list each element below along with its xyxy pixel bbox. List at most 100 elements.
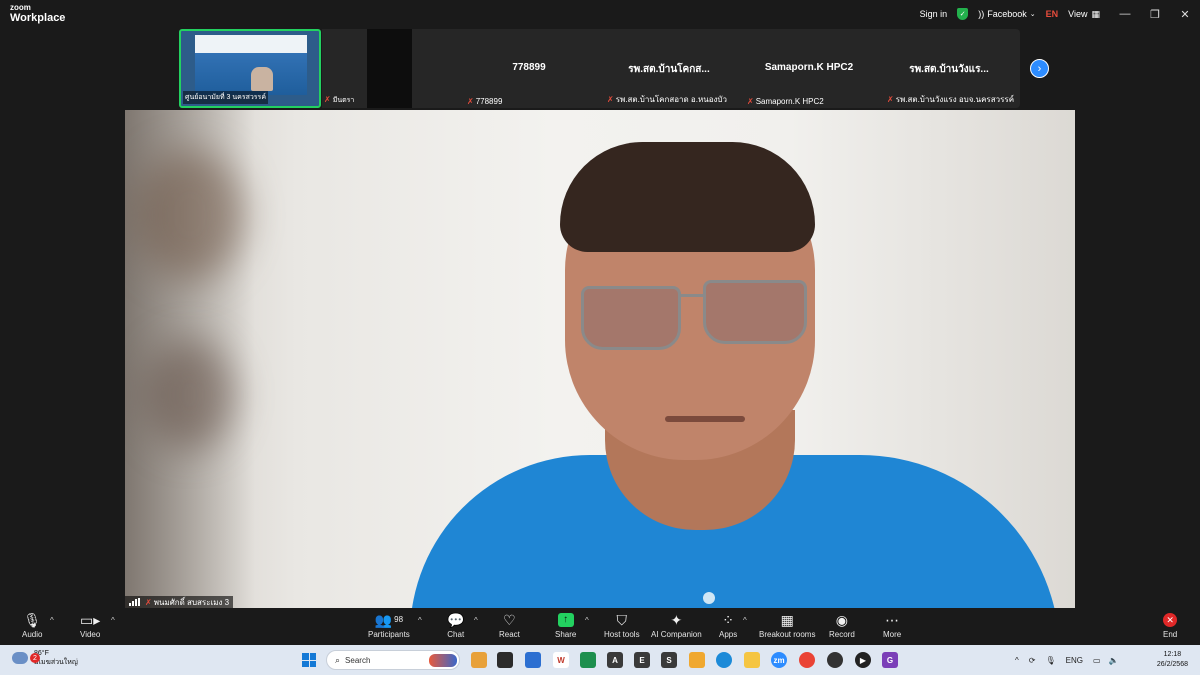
participants-icon: 👥 98 [374, 612, 404, 628]
logo-workplace-text: Workplace [10, 12, 66, 24]
participant-tile[interactable]: Samaporn.K HPC2 ✗ Samaporn.K HPC2 [739, 29, 879, 108]
participants-button[interactable]: 👥 98 Participants [368, 612, 410, 639]
speaker-glasses-right [703, 280, 807, 344]
background-blur [135, 150, 245, 280]
speaker-mouth [665, 416, 745, 422]
restore-button[interactable]: ❐ [1140, 8, 1170, 21]
chrome-icon[interactable] [799, 652, 815, 668]
chat-button[interactable]: 💬 Chat [447, 612, 464, 639]
sync-icon[interactable]: ⟳ [1029, 656, 1036, 665]
shield-icon: ⛉ [616, 612, 628, 628]
language-indicator[interactable]: EN [1046, 9, 1059, 19]
close-icon: ✕ [1180, 8, 1190, 21]
more-button[interactable]: ⋯ More [883, 612, 901, 639]
audio-options-caret[interactable]: ^ [50, 616, 54, 625]
tray-chevron-up-icon[interactable]: ^ [1015, 656, 1019, 665]
photos-icon[interactable] [689, 652, 705, 668]
clock-date: 26/2/2568 [1156, 661, 1188, 668]
title-bar: zoom Workplace Sign in ✓ )) Facebook ⌄ E… [0, 0, 1200, 28]
a-app-icon[interactable]: A [607, 652, 623, 668]
share-options-caret[interactable]: ^ [585, 616, 589, 625]
heart-icon: ♡ [503, 612, 516, 628]
muted-mic-icon: ✗ [145, 597, 152, 607]
audio-button[interactable]: 🎙 Audio [22, 612, 42, 639]
w-app-icon[interactable]: W [553, 652, 569, 668]
shirt-button [703, 592, 715, 604]
zoom-app-icon[interactable]: zm [771, 652, 787, 668]
main-video-feed[interactable]: ✗ พนมศักดิ์ สบสระเมง 3 [125, 110, 1075, 608]
clock-time: 12:18 [1163, 651, 1182, 658]
shield-check-icon: ✓ [957, 8, 969, 20]
weather-widget[interactable]: 2 86°F มีเมฆส่วนใหญ่ [12, 649, 78, 667]
end-meeting-button[interactable]: ✕ End [1163, 612, 1177, 639]
taskbar-clock[interactable]: 12:18 26/2/2568 [1157, 650, 1188, 670]
minimize-icon: — [1119, 8, 1131, 20]
edge-browser-icon[interactable] [716, 652, 732, 668]
chevron-down-icon: ⌄ [1029, 11, 1036, 18]
breakout-rooms-label: Breakout rooms [759, 630, 816, 639]
input-language[interactable]: ENG [1066, 656, 1083, 665]
breakout-rooms-button[interactable]: ▦ Breakout rooms [759, 612, 815, 639]
active-speaker-thumbnail[interactable]: ศูนย์อนามัยที่ 3 นครสวรรค์ [179, 29, 321, 108]
view-label: View [1068, 9, 1088, 19]
feed-label: Facebook [987, 9, 1027, 19]
live-stream-indicator[interactable]: )) Facebook ⌄ [978, 9, 1035, 19]
muted-mic-icon: ✗ [747, 97, 754, 106]
share-screen-icon: ↑ [557, 612, 574, 628]
more-label: More [883, 630, 902, 639]
participant-tile[interactable]: 778899 ✗ 778899 [459, 29, 599, 108]
search-icon: ⌕ [335, 654, 341, 665]
task-view-icon[interactable] [497, 652, 513, 668]
participant-thumbnail[interactable] [367, 29, 412, 108]
copilot-icon[interactable] [471, 652, 487, 668]
grid-view-icon: ▦ [1091, 8, 1100, 19]
minimize-button[interactable]: — [1110, 8, 1140, 20]
windows-start-icon[interactable] [302, 653, 316, 667]
participant-tile[interactable]: รพ.สต.บ้านวังแร... ✗ รพ.สต.บ้านวังแรง อบจ… [879, 29, 1019, 108]
apps-label: Apps [719, 630, 738, 639]
cloud-icon [12, 652, 28, 664]
s-app-icon[interactable]: S [661, 652, 677, 668]
apps-button[interactable]: ⁘ Apps [719, 612, 737, 639]
ai-companion-button[interactable]: ✦ AI Companion [651, 612, 702, 639]
react-label: React [499, 630, 520, 639]
file-explorer-icon[interactable] [744, 652, 760, 668]
close-window-button[interactable]: ✕ [1170, 8, 1200, 21]
volume-icon[interactable]: 🔈 [1109, 656, 1119, 665]
apps-options-caret[interactable]: ^ [743, 616, 747, 625]
record-button[interactable]: ◉ Record [829, 612, 855, 639]
network-icon[interactable]: ▭ [1093, 656, 1101, 665]
sign-in-link[interactable]: Sign in [920, 9, 948, 19]
e-app-icon[interactable]: E [634, 652, 650, 668]
search-placeholder: Search [345, 655, 371, 665]
title-bar-controls: Sign in ✓ )) Facebook ⌄ EN View ▦ — ❐ ✕ [920, 0, 1200, 28]
participant-caption-text: รพ.สต.บ้านโคกสอาด อ.หนองบัว [615, 95, 727, 104]
tray-microphone-icon[interactable]: 🎙 [1045, 656, 1055, 665]
g-app-icon[interactable]: G [882, 652, 898, 668]
logo-zoom-text: zoom [10, 3, 31, 12]
react-button[interactable]: ♡ React [499, 612, 520, 639]
media-player-icon[interactable]: ▶ [855, 652, 871, 668]
participant-thumbnail[interactable]: ✗ มีนตรา [322, 29, 367, 108]
host-tools-button[interactable]: ⛉ Host tools [604, 612, 640, 639]
next-page-button[interactable]: › [1030, 59, 1049, 78]
search-highlight-icon [429, 654, 457, 667]
green-app-icon[interactable] [580, 652, 596, 668]
thumbnail-caption: ศูนย์อนามัยที่ 3 นครสวรรค์ [183, 91, 268, 104]
chevron-right-icon: › [1037, 62, 1042, 75]
view-button[interactable]: View ▦ [1068, 9, 1100, 20]
participants-options-caret[interactable]: ^ [418, 616, 422, 625]
sparkle-icon: ✦ [670, 612, 683, 628]
muted-mic-icon: ✗ [607, 95, 614, 104]
taskbar-search[interactable]: ⌕ Search [326, 650, 460, 670]
share-button[interactable]: ↑ Share [555, 612, 576, 639]
video-button[interactable]: ▭▸ Video [80, 612, 100, 639]
participant-caption-text: 778899 [475, 97, 503, 106]
participant-caption: ✗ 778899 [467, 97, 502, 106]
participant-tile[interactable]: รพ.สต.บ้านโคกส... ✗ รพ.สต.บ้านโคกสอาด อ.ห… [599, 29, 739, 108]
chat-options-caret[interactable]: ^ [474, 616, 478, 625]
obs-icon[interactable] [827, 652, 843, 668]
store-icon[interactable] [525, 652, 541, 668]
video-options-caret[interactable]: ^ [111, 616, 115, 625]
encryption-shield[interactable]: ✓ [957, 8, 969, 20]
